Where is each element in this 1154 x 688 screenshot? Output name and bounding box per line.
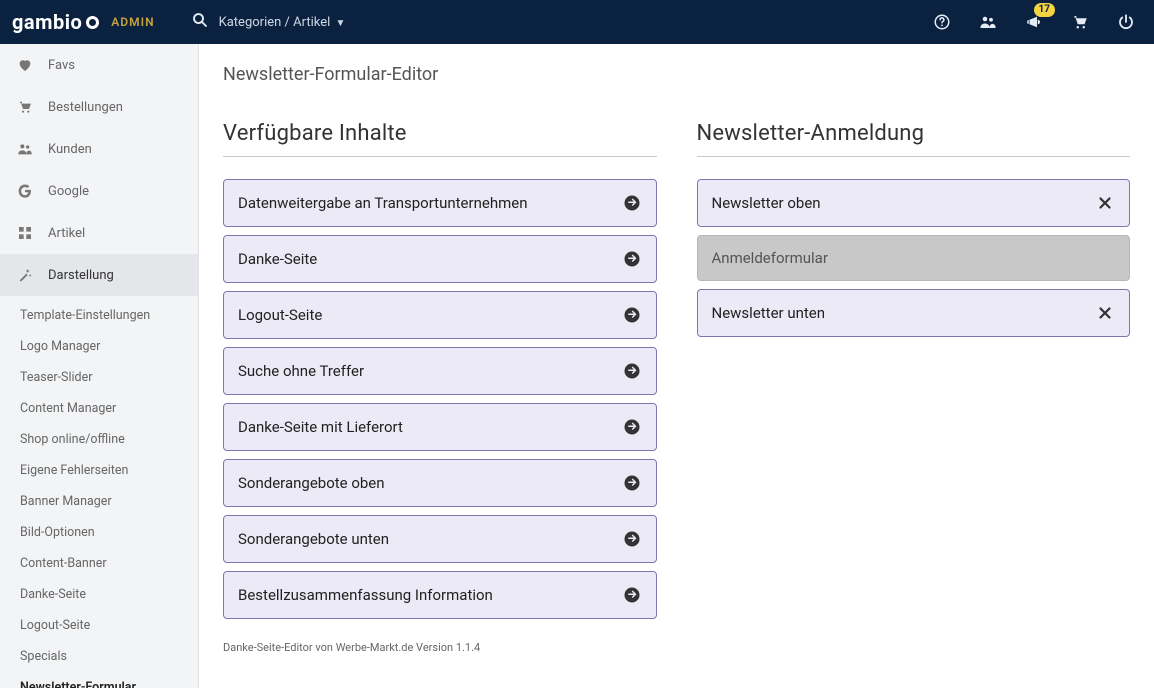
assign-arrow-icon[interactable] — [622, 305, 642, 325]
brand[interactable]: gambio ADMIN — [12, 10, 155, 34]
sidebar-subitem[interactable]: Teaser-Slider — [0, 362, 198, 393]
assigned-column: Newsletter-Anmeldung Newsletter oben Anme… — [697, 121, 1131, 627]
sidebar-subitem[interactable]: Logout-Seite — [0, 610, 198, 641]
sidebar-item-orders[interactable]: Bestellungen — [0, 86, 198, 128]
sidebar-subitem[interactable]: Eigene Fehlerseiten — [0, 455, 198, 486]
wand-icon — [16, 266, 34, 284]
sidebar-subitem[interactable]: Content-Banner — [0, 548, 198, 579]
divider — [697, 156, 1131, 157]
card-label: Newsletter oben — [712, 194, 821, 212]
available-content-card[interactable]: Datenweitergabe an Transportunternehmen — [223, 179, 657, 227]
available-content-card[interactable]: Bestellzusammenfassung Information — [223, 571, 657, 619]
sidebar-subitem[interactable]: Shop online/offline — [0, 424, 198, 455]
assigned-heading: Newsletter-Anmeldung — [697, 121, 1131, 146]
available-content-card[interactable]: Suche ohne Treffer — [223, 347, 657, 395]
card-label: Sonderangebote oben — [238, 474, 385, 492]
users-icon — [16, 140, 34, 158]
sidebar-item-favs[interactable]: Favs — [0, 44, 198, 86]
community-button[interactable] — [978, 12, 998, 32]
google-icon — [16, 182, 34, 200]
sidebar-item-appearance[interactable]: Darstellung — [0, 254, 198, 296]
available-heading: Verfügbare Inhalte — [223, 121, 657, 146]
available-content-card[interactable]: Danke-Seite — [223, 235, 657, 283]
sidebar-item-articles[interactable]: Artikel — [0, 212, 198, 254]
footer-note: Danke-Seite-Editor von Werbe-Markt.de Ve… — [199, 637, 1154, 684]
global-search[interactable]: Kategorien / Artikel ▼ — [191, 11, 346, 34]
admin-label: ADMIN — [111, 15, 154, 29]
heart-icon — [16, 56, 34, 74]
card-label: Sonderangebote unten — [238, 530, 389, 548]
sidebar-subitem[interactable]: Logo Manager — [0, 331, 198, 362]
remove-icon[interactable] — [1095, 193, 1115, 213]
sidebar: Favs Bestellungen Kunden Google Artikel Darst… — [0, 44, 199, 688]
card-label: Datenweitergabe an Transportunternehmen — [238, 194, 527, 212]
assign-arrow-icon[interactable] — [622, 473, 642, 493]
sidebar-item-label: Artikel — [48, 226, 85, 241]
main-content: Newsletter-Formular-Editor Verfügbare In… — [199, 44, 1154, 688]
card-label: Newsletter unten — [712, 304, 826, 322]
sidebar-subitem[interactable]: Content Manager — [0, 393, 198, 424]
card-label: Bestellzusammenfassung Information — [238, 586, 493, 604]
search-category-label: Kategorien / Artikel ▼ — [219, 15, 346, 30]
assign-arrow-icon[interactable] — [622, 585, 642, 605]
card-label: Logout-Seite — [238, 306, 322, 324]
logout-button[interactable] — [1116, 12, 1136, 32]
available-content-card[interactable]: Danke-Seite mit Lieferort — [223, 403, 657, 451]
grid-icon — [16, 224, 34, 242]
sidebar-subitem[interactable]: Banner Manager — [0, 486, 198, 517]
available-column: Verfügbare Inhalte Datenweitergabe an Tr… — [223, 121, 657, 627]
brand-logo: gambio — [12, 10, 99, 34]
assign-arrow-icon[interactable] — [622, 361, 642, 381]
available-content-card[interactable]: Sonderangebote oben — [223, 459, 657, 507]
topbar: gambio ADMIN Kategorien / Artikel ▼ 17 — [0, 0, 1154, 44]
sidebar-subitem[interactable]: Specials — [0, 641, 198, 672]
available-content-card[interactable]: Logout-Seite — [223, 291, 657, 339]
topbar-actions: 17 — [932, 12, 1136, 32]
sidebar-subitem[interactable]: Bild-Optionen — [0, 517, 198, 548]
sidebar-item-label: Darstellung — [48, 268, 114, 283]
logo-dot-icon — [86, 16, 99, 29]
assigned-content-card[interactable]: Newsletter oben — [697, 179, 1131, 227]
sidebar-item-google[interactable]: Google — [0, 170, 198, 212]
assign-arrow-icon[interactable] — [622, 249, 642, 269]
assign-arrow-icon[interactable] — [622, 529, 642, 549]
sidebar-subitem[interactable]: Danke-Seite — [0, 579, 198, 610]
divider — [223, 156, 657, 157]
assigned-content-card[interactable]: Newsletter unten — [697, 289, 1131, 337]
card-label: Danke-Seite mit Lieferort — [238, 418, 403, 436]
sidebar-item-label: Favs — [48, 58, 75, 73]
help-button[interactable] — [932, 12, 952, 32]
fixed-content-card: Anmeldeformular — [697, 235, 1131, 281]
assign-arrow-icon[interactable] — [622, 417, 642, 437]
sidebar-item-label: Google — [48, 184, 89, 199]
card-label: Suche ohne Treffer — [238, 362, 364, 380]
search-icon — [191, 11, 209, 34]
available-content-card[interactable]: Sonderangebote unten — [223, 515, 657, 563]
cart-icon — [16, 98, 34, 116]
sidebar-item-label: Kunden — [48, 142, 92, 157]
sidebar-subitem[interactable]: Newsletter-Formular — [0, 672, 198, 688]
sidebar-item-label: Bestellungen — [48, 100, 123, 115]
notifications-button[interactable]: 17 — [1024, 12, 1044, 32]
shop-button[interactable] — [1070, 12, 1090, 32]
assign-arrow-icon[interactable] — [622, 193, 642, 213]
remove-icon[interactable] — [1095, 303, 1115, 323]
sidebar-subitem[interactable]: Template-Einstellungen — [0, 300, 198, 331]
sidebar-item-customers[interactable]: Kunden — [0, 128, 198, 170]
card-label: Anmeldeformular — [712, 249, 828, 267]
card-label: Danke-Seite — [238, 250, 317, 268]
chevron-down-icon: ▼ — [336, 18, 346, 29]
page-title: Newsletter-Formular-Editor — [199, 44, 1154, 103]
notification-badge: 17 — [1034, 3, 1055, 17]
